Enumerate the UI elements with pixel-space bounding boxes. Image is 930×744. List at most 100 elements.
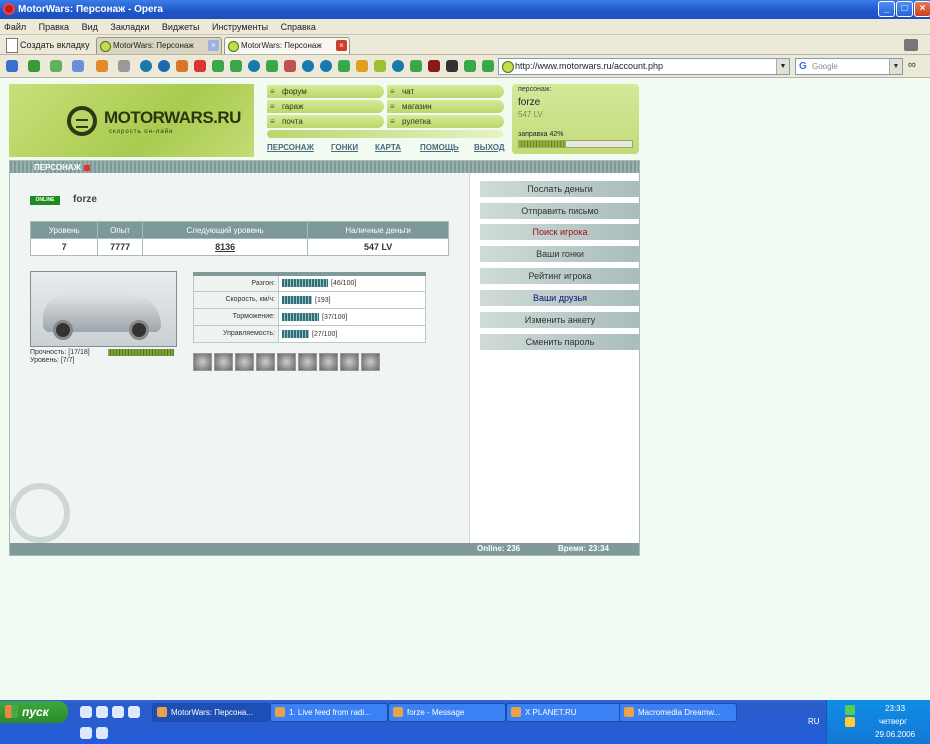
minimize-button[interactable]: _: [878, 1, 895, 17]
bookmark-icon[interactable]: [140, 60, 152, 72]
edit-icon[interactable]: [118, 60, 130, 72]
perf-label: Разгон:: [193, 273, 279, 292]
nav-forum[interactable]: форум: [267, 85, 384, 98]
nav-chat[interactable]: чат: [387, 85, 504, 98]
menu-file[interactable]: Файл: [4, 22, 26, 32]
chip-icon[interactable]: [361, 353, 380, 371]
bookmark-icon[interactable]: [158, 60, 170, 72]
taskbar-item-message[interactable]: forze - Message: [388, 703, 506, 722]
nav-divider: [267, 130, 503, 138]
menu-bookmarks[interactable]: Закладки: [110, 22, 149, 32]
clock-time[interactable]: 23:33: [885, 704, 905, 713]
site-logo[interactable]: MOTORWARS.RU скорость он-лайн: [9, 84, 254, 157]
tire-icon[interactable]: [193, 353, 212, 371]
taskbar-item-xplanet[interactable]: X PLANET.RU: [506, 703, 624, 722]
bookmark-icon[interactable]: [410, 60, 422, 72]
bookmark-icon[interactable]: [212, 60, 224, 72]
menu-help[interactable]: Справка: [281, 22, 316, 32]
ie-icon[interactable]: [80, 706, 92, 718]
trash-icon[interactable]: [904, 39, 918, 51]
address-field[interactable]: http://www.motorwars.ru/account.php ▼: [498, 58, 790, 75]
bookmark-icon[interactable]: [230, 60, 242, 72]
action-your-races[interactable]: Ваши гонки: [480, 246, 640, 262]
glasses-icon[interactable]: ∞: [908, 59, 916, 71]
warning-icon[interactable]: [845, 717, 855, 727]
tab-close-icon[interactable]: ×: [336, 40, 347, 51]
menu-edit[interactable]: Правка: [39, 22, 69, 32]
action-find-player[interactable]: Поиск игрока: [480, 224, 640, 240]
bookmark-icon[interactable]: [302, 60, 314, 72]
tab-motorwars-2[interactable]: MotorWars: Персонаж ×: [224, 37, 350, 54]
taskbar-item-opera[interactable]: MotorWars: Персона...: [152, 703, 270, 722]
bookmark-icon[interactable]: [338, 60, 350, 72]
bookmark-icon[interactable]: [356, 60, 368, 72]
back-icon[interactable]: [6, 60, 18, 72]
rewind-icon[interactable]: [72, 60, 84, 72]
quicklaunch-icon[interactable]: [80, 727, 92, 739]
maximize-button[interactable]: □: [896, 1, 913, 17]
new-tab-button[interactable]: Создать вкладку: [4, 37, 90, 53]
link-races[interactable]: ГОНКИ: [331, 143, 358, 152]
bookmark-icon[interactable]: [266, 60, 278, 72]
taskbar-item-dreamweaver[interactable]: Macromedia Dreamw...: [619, 703, 737, 722]
menu-view[interactable]: Вид: [82, 22, 98, 32]
yandex-icon[interactable]: [194, 60, 206, 72]
bookmark-icon[interactable]: [446, 60, 458, 72]
panel-close-icon[interactable]: [83, 164, 90, 171]
link-character[interactable]: ПЕРСОНАЖ: [267, 143, 314, 152]
quicklaunch-icon[interactable]: [96, 706, 108, 718]
quicklaunch-icon[interactable]: [128, 706, 140, 718]
search-field[interactable]: Google ▼: [795, 58, 903, 75]
bookmark-icon[interactable]: [464, 60, 476, 72]
nav-garage[interactable]: гараж: [267, 100, 384, 113]
action-menu: Послать деньги Отправить письмо Поиск иг…: [469, 173, 640, 543]
action-send-letter[interactable]: Отправить письмо: [480, 203, 640, 219]
taskbar-item-livefeed[interactable]: 1. Live feed from radi...: [270, 703, 388, 722]
network-icon[interactable]: [845, 705, 855, 715]
level-value: 7: [29, 238, 99, 256]
suspension-icon[interactable]: [277, 353, 296, 371]
bookmark-icon[interactable]: [176, 60, 188, 72]
bookmark-icon[interactable]: [320, 60, 332, 72]
forward-icon[interactable]: [28, 60, 40, 72]
exhaust-icon[interactable]: [256, 353, 275, 371]
nav-roulette[interactable]: рулетка: [387, 115, 504, 128]
turbo-icon[interactable]: [319, 353, 338, 371]
language-indicator[interactable]: RU: [808, 717, 820, 726]
action-edit-profile[interactable]: Изменить анкету: [480, 312, 640, 328]
spring-icon[interactable]: [298, 353, 317, 371]
link-help[interactable]: ПОМОЩЬ: [420, 143, 459, 152]
link-exit[interactable]: ВЫХОД: [474, 143, 505, 152]
quicklaunch-icon[interactable]: [112, 706, 124, 718]
menu-widgets[interactable]: Виджеты: [162, 22, 200, 32]
engine-icon[interactable]: [340, 353, 359, 371]
bookmark-icon[interactable]: [248, 60, 260, 72]
wheel-icon[interactable]: [214, 353, 233, 371]
reload-icon[interactable]: [96, 60, 108, 72]
next-level-link[interactable]: 8136: [141, 238, 309, 256]
start-button[interactable]: пуск: [0, 701, 68, 723]
bookmark-icon[interactable]: [482, 60, 494, 72]
nav-shop[interactable]: магазин: [387, 100, 504, 113]
brake-icon[interactable]: [235, 353, 254, 371]
chevron-down-icon[interactable]: ▼: [889, 59, 902, 74]
tab-close-icon[interactable]: ×: [208, 40, 219, 51]
action-player-rating[interactable]: Рейтинг игрока: [480, 268, 640, 284]
car-image[interactable]: [30, 271, 177, 347]
action-send-money[interactable]: Послать деньги: [480, 181, 640, 197]
menu-tools[interactable]: Инструменты: [212, 22, 268, 32]
chevron-down-icon[interactable]: ▼: [776, 59, 789, 74]
link-map[interactable]: КАРТА: [375, 143, 401, 152]
close-button[interactable]: ×: [914, 1, 930, 17]
bookmark-icon[interactable]: [284, 60, 296, 72]
action-your-friends[interactable]: Ваши друзья: [480, 290, 640, 306]
bookmark-icon[interactable]: [374, 60, 386, 72]
character-panel: ПЕРСОНАЖ ONLINE forze Уровень Опыт Следу…: [9, 160, 640, 556]
nav-mail[interactable]: почта: [267, 115, 384, 128]
bookmark-icon[interactable]: [428, 60, 440, 72]
tab-motorwars-1[interactable]: MotorWars: Персонаж ×: [96, 37, 222, 54]
quicklaunch-icon[interactable]: [96, 727, 108, 739]
action-change-password[interactable]: Сменить пароль: [480, 334, 640, 350]
fast-forward-icon[interactable]: [50, 60, 62, 72]
bookmark-icon[interactable]: [392, 60, 404, 72]
